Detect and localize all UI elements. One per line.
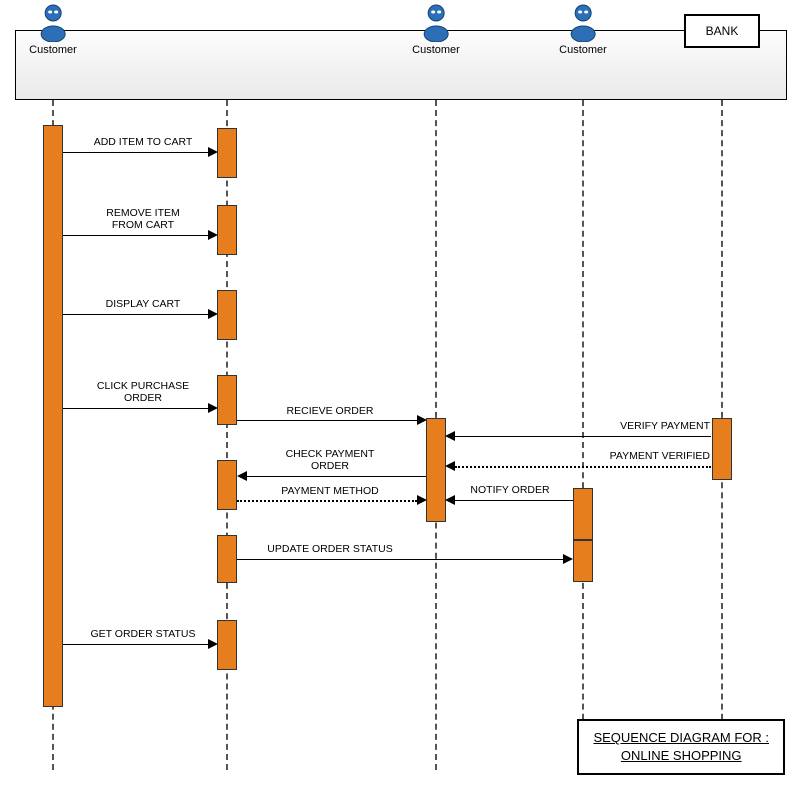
activation-bar-customer: [43, 125, 63, 707]
msg-purchase: CLICK PURCHASE ORDER: [68, 380, 218, 404]
activation-bar: [217, 460, 237, 510]
arrow-line: [455, 436, 711, 437]
lifeline-customer-3: [582, 100, 584, 770]
arrow-line: [63, 314, 208, 315]
msg-notify-order: NOTIFY ORDER: [450, 484, 570, 496]
bank-label: BANK: [706, 24, 739, 38]
arrow-line: [246, 476, 426, 477]
msg-check-payment: CHECK PAYMENT ORDER: [240, 448, 420, 472]
actor-customer-2: Customer: [412, 4, 460, 56]
msg-remove-item: REMOVE ITEM FROM CART: [68, 207, 218, 231]
arrow-head-icon: [208, 309, 218, 319]
msg-verify-payment: VERIFY PAYMENT: [540, 420, 710, 432]
actor-customer-3: Customer: [559, 4, 607, 56]
activation-bar: [217, 375, 237, 425]
activation-bar: [573, 488, 593, 540]
arrow-head-icon: [417, 495, 427, 505]
activation-bar: [217, 290, 237, 340]
person-icon: [569, 4, 597, 42]
person-icon: [39, 4, 67, 42]
arrow-head-icon: [208, 230, 218, 240]
msg-receive-order: RECIEVE ORDER: [240, 405, 420, 417]
activation-bar: [426, 418, 446, 522]
activation-bar: [217, 620, 237, 670]
msg-payment-verified: PAYMENT VERIFIED: [540, 450, 710, 462]
msg-update-status: UPDATE ORDER STATUS: [240, 543, 420, 555]
arrow-line-dashed: [455, 466, 711, 468]
arrow-line: [63, 235, 208, 236]
arrow-line: [237, 420, 417, 421]
arrow-head-icon: [445, 431, 455, 441]
arrow-head-icon: [237, 471, 247, 481]
activation-bar: [217, 128, 237, 178]
arrow-line: [63, 644, 208, 645]
arrow-head-icon: [208, 639, 218, 649]
arrow-head-icon: [208, 147, 218, 157]
arrow-line-dashed: [237, 500, 417, 502]
arrow-head-icon: [417, 415, 427, 425]
actor-bank: BANK: [684, 14, 760, 48]
arrow-line: [63, 408, 208, 409]
arrow-line: [455, 500, 573, 501]
person-icon: [422, 4, 450, 42]
diagram-title-box: SEQUENCE DIAGRAM FOR : ONLINE SHOPPING: [577, 719, 785, 775]
title-line-1: SEQUENCE DIAGRAM FOR :: [593, 730, 769, 745]
actor-label: Customer: [559, 44, 607, 56]
title-line-2: ONLINE SHOPPING: [621, 748, 742, 763]
msg-display-cart: DISPLAY CART: [68, 298, 218, 310]
arrow-head-icon: [563, 554, 573, 564]
arrow-head-icon: [445, 495, 455, 505]
actor-customer-1: Customer: [29, 4, 77, 56]
activation-bar: [573, 540, 593, 582]
actor-label: Customer: [29, 44, 77, 56]
arrow-head-icon: [445, 461, 455, 471]
msg-payment-method: PAYMENT METHOD: [240, 485, 420, 497]
activation-bar: [217, 535, 237, 583]
participants-band: [15, 30, 787, 100]
activation-bar: [217, 205, 237, 255]
msg-add-item: ADD ITEM TO CART: [68, 136, 218, 148]
arrow-line: [237, 559, 563, 560]
actor-label: Customer: [412, 44, 460, 56]
activation-bar: [712, 418, 732, 480]
msg-get-status: GET ORDER STATUS: [68, 628, 218, 640]
arrow-line: [63, 152, 208, 153]
arrow-head-icon: [208, 403, 218, 413]
